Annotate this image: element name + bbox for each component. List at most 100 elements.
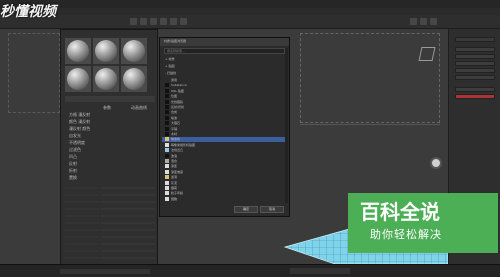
map-item[interactable]: Substance <box>162 83 285 88</box>
map-item-label: 法线凹凸 <box>171 148 184 153</box>
map-item-label: Substance <box>171 83 187 88</box>
param-row[interactable]: 反射 <box>65 161 155 167</box>
material-slot[interactable] <box>65 38 91 64</box>
panel-button[interactable] <box>455 75 495 80</box>
map-item[interactable]: 大理石 <box>162 121 285 126</box>
map-item-label: 噪波 <box>171 115 178 120</box>
timeline[interactable] <box>60 269 150 274</box>
param-row[interactable]: 不透明度 <box>65 140 155 146</box>
param-label: 颜色 漫反射 <box>69 119 91 124</box>
map-item-label: OSL 贴图 <box>171 88 184 93</box>
cancel-button[interactable]: 取消 <box>260 206 284 213</box>
material-toolbar <box>65 96 155 102</box>
section-header[interactable]: + 贴图 <box>162 64 285 69</box>
map-item-label: 位图 <box>171 94 178 99</box>
panel-button[interactable] <box>455 61 495 66</box>
param-label: 不透明度 <box>69 140 85 145</box>
status-bar <box>0 264 500 277</box>
map-swatch-icon <box>165 99 169 104</box>
watermark-logo: 秒懂视频 <box>0 4 56 20</box>
map-swatch-icon <box>165 191 169 196</box>
param-label: 方格 漫反射 <box>69 112 91 117</box>
ok-button[interactable]: 确定 <box>234 206 258 213</box>
map-swatch-icon <box>165 83 169 88</box>
map-item-label: 烟雾 <box>171 186 178 190</box>
map-list[interactable] <box>101 182 155 266</box>
map-item[interactable]: 渐变坡度 <box>162 169 285 175</box>
map-swatch-icon <box>165 153 169 158</box>
tool-icon[interactable] <box>410 18 417 25</box>
map-item[interactable]: 光线跟踪 <box>162 99 285 105</box>
map-item[interactable]: 棋盘格 <box>162 137 285 143</box>
tool-icon[interactable] <box>130 18 137 25</box>
map-item[interactable]: 反射/折射 <box>162 105 285 110</box>
param-row[interactable]: 漫反射 颜色 <box>65 126 155 132</box>
param-row[interactable]: 颜色 漫反射 <box>65 119 155 125</box>
panel-button[interactable] <box>455 68 495 73</box>
material-sphere <box>95 68 117 90</box>
map-item-label: 棋盘格 <box>171 137 181 142</box>
map-item[interactable]: 灰泥 <box>162 180 285 186</box>
map-item[interactable]: 噪波 <box>162 115 285 121</box>
tool-icon[interactable] <box>420 18 427 25</box>
map-item[interactable]: 细胞 <box>162 196 285 202</box>
material-slot[interactable] <box>93 66 119 92</box>
map-list-labels <box>65 182 99 266</box>
param-row[interactable]: 方格 漫反射 <box>65 112 155 118</box>
watermark-title: 百科全说 <box>360 200 440 224</box>
map-item[interactable]: 位图 <box>162 94 285 99</box>
map-swatch-icon <box>165 180 169 185</box>
tool-icon[interactable] <box>160 18 167 25</box>
param-row[interactable]: 置换 <box>65 175 155 181</box>
param-label: 漫反射 颜色 <box>69 126 91 131</box>
panel-button[interactable] <box>455 47 495 52</box>
panel-button[interactable] <box>455 54 495 59</box>
dialog-title: 材质/贴图浏览器 <box>164 39 187 43</box>
param-row[interactable]: 凹凸 <box>65 154 155 160</box>
color-swatch[interactable] <box>455 94 495 99</box>
map-item-label: 光线跟踪 <box>171 99 184 104</box>
map-swatch-icon <box>165 175 169 180</box>
map-swatch-icon <box>165 110 169 115</box>
material-slot[interactable] <box>121 66 147 92</box>
section-header[interactable]: + 材质 <box>162 57 285 62</box>
material-slot[interactable] <box>65 66 91 92</box>
gizmo-cube-icon[interactable] <box>418 47 436 61</box>
viewport-frame <box>8 33 60 113</box>
material-sphere <box>123 40 145 62</box>
map-item[interactable]: 平铺 <box>162 126 285 132</box>
panel-button[interactable] <box>455 87 495 92</box>
map-item[interactable]: 木材 <box>162 132 285 137</box>
map-item[interactable]: 渐变 <box>162 164 285 169</box>
tool-icon[interactable] <box>140 18 147 25</box>
search-input[interactable]: 按名称搜索... <box>164 48 285 54</box>
map-item[interactable]: 混合 <box>162 159 285 164</box>
map-item-label: 灰泥 <box>171 180 178 185</box>
panel-tabs[interactable] <box>455 37 495 42</box>
map-swatch-icon <box>165 105 169 109</box>
param-row[interactable]: 自发光 <box>65 133 155 139</box>
material-slot[interactable] <box>93 38 119 64</box>
tool-icon[interactable] <box>150 18 157 25</box>
coordinate-fields[interactable] <box>290 268 350 274</box>
map-item-label: 通用 <box>171 78 178 82</box>
map-swatch-icon <box>165 94 169 99</box>
map-item[interactable]: 法线凹凸 <box>162 148 285 153</box>
scrollbar[interactable] <box>285 48 288 203</box>
viewcube-icon[interactable] <box>430 157 442 169</box>
map-item[interactable]: 合成 <box>162 110 285 115</box>
section-header[interactable]: - 扫描线 <box>162 71 285 76</box>
map-item[interactable]: OSL 贴图 <box>162 88 285 94</box>
tool-icon[interactable] <box>170 18 177 25</box>
tool-icon[interactable] <box>430 18 437 25</box>
param-row[interactable]: 折射 <box>65 168 155 174</box>
map-item[interactable]: 粒子年龄 <box>162 191 285 196</box>
material-editor: 参数 动画曲线 方格 漫反射 颜色 漫反射 漫反射 颜色 自发光 不透明度 过滤… <box>60 29 158 269</box>
map-item[interactable]: 波浪 <box>162 153 285 159</box>
map-item[interactable]: 通用 <box>162 78 285 83</box>
param-row[interactable]: 过滤色 <box>65 147 155 153</box>
tool-icon[interactable] <box>180 18 187 25</box>
viewport-divider <box>300 124 440 125</box>
map-item[interactable]: 漩涡 <box>162 175 285 180</box>
material-slot[interactable] <box>121 38 147 64</box>
